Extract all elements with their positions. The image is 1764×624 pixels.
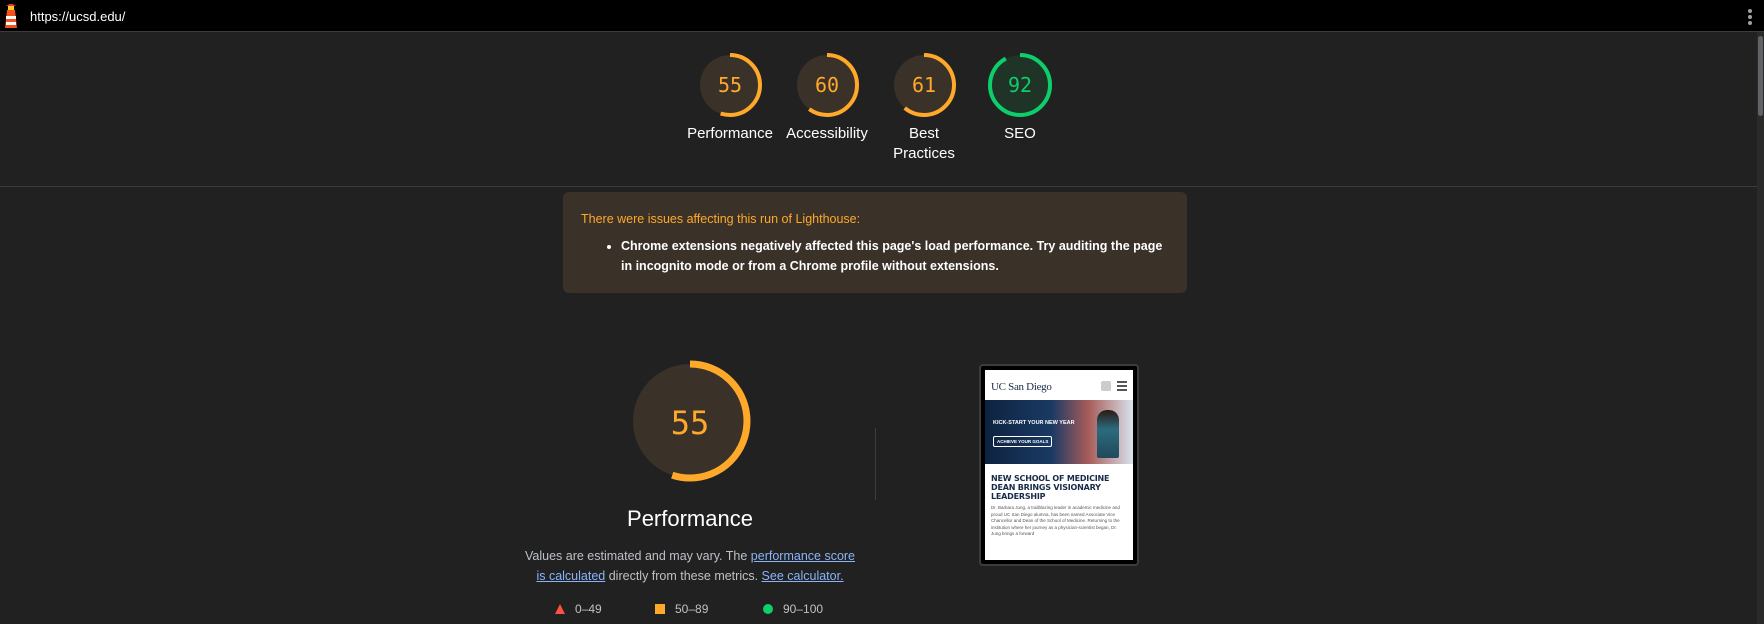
legend-label: 90–100 <box>783 602 824 616</box>
report-url[interactable]: https://ucsd.edu/ <box>30 9 125 24</box>
gauge-label: Accessibility <box>786 125 868 142</box>
see-calculator-link[interactable]: See calculator. <box>762 569 844 583</box>
section-divider <box>875 428 876 500</box>
scrollbar[interactable] <box>1757 32 1764 624</box>
performance-description: Values are estimated and may vary. The p… <box>520 546 860 586</box>
gauge-score: 61 <box>911 73 937 97</box>
gauge-label: Performance <box>687 125 773 142</box>
gauge-performance[interactable]: 55 Performance <box>680 52 780 144</box>
gauge-score: 60 <box>814 73 840 97</box>
desc-text: Values are estimated and may vary. The <box>524 549 751 563</box>
triangle-icon <box>555 604 565 614</box>
square-icon <box>655 604 665 614</box>
legend-fail: 0–49 <box>555 602 602 616</box>
warning-box: There were issues affecting this run of … <box>563 192 1187 293</box>
kebab-menu-icon[interactable] <box>1748 9 1752 27</box>
gauge-label: SEO <box>1004 125 1036 142</box>
warning-title: There were issues affecting this run of … <box>581 212 861 226</box>
hero-person-image <box>1097 410 1119 458</box>
desc-text: directly from these metrics. <box>605 569 762 583</box>
performance-score-large: 55 <box>670 404 710 442</box>
legend-average: 50–89 <box>655 602 708 616</box>
gauge-seo[interactable]: 92 SEO <box>970 52 1070 144</box>
performance-title: Performance <box>627 506 753 531</box>
gauge-label: Best Practices <box>893 125 955 162</box>
lighthouse-icon <box>5 4 17 28</box>
screenshot-screen: UC San Diego KICK-START YOUR NEW YEAR AC… <box>985 370 1133 560</box>
scrollbar-thumb[interactable] <box>1758 36 1763 116</box>
gauge-best-practices[interactable]: 61 Best Practices <box>874 52 974 164</box>
warning-item: Chrome extensions negatively affected th… <box>621 236 1169 276</box>
header-divider <box>0 186 1757 187</box>
search-icon <box>1101 381 1111 391</box>
legend-pass: 90–100 <box>763 602 823 616</box>
final-screenshot[interactable]: UC San Diego KICK-START YOUR NEW YEAR AC… <box>979 364 1139 566</box>
hamburger-icon <box>1117 381 1127 393</box>
hero-button: ACHIEVE YOUR GOALS <box>993 436 1053 447</box>
news-body: Dr. Barbara Jung, a trailblazing leader … <box>991 505 1120 536</box>
site-brand: UC San Diego <box>991 381 1052 393</box>
site-header: UC San Diego <box>985 370 1133 400</box>
top-bar: https://ucsd.edu/ <box>0 0 1764 32</box>
legend-label: 0–49 <box>575 602 602 616</box>
gauge-accessibility[interactable]: 60 Accessibility <box>777 52 877 144</box>
news-headline: NEW SCHOOL OF MEDICINE DEAN BRINGS VISIO… <box>991 474 1110 501</box>
warning-list: Chrome extensions negatively affected th… <box>581 236 1169 276</box>
legend-label: 50–89 <box>675 602 709 616</box>
performance-gauge-large: 55 <box>620 360 760 492</box>
circle-icon <box>763 604 773 614</box>
site-hero: KICK-START YOUR NEW YEAR ACHIEVE YOUR GO… <box>985 400 1133 464</box>
gauge-score: 92 <box>1007 73 1033 97</box>
hero-title: KICK-START YOUR NEW YEAR <box>993 420 1075 426</box>
gauge-score: 55 <box>717 73 743 97</box>
